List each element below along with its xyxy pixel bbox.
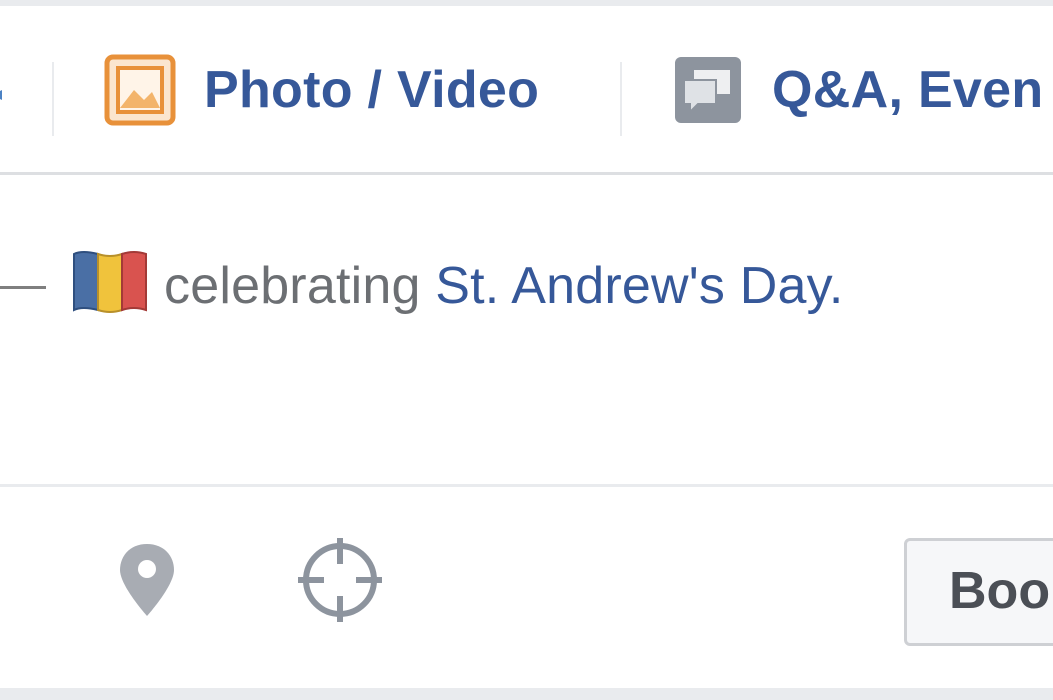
map-pin-icon[interactable] [114,540,180,620]
bottom-border [0,688,1053,700]
activity-dash [0,286,46,289]
status-text-area[interactable] [0,175,1053,485]
speech-bubbles-icon [675,57,741,123]
tab-photo-video-label: Photo / Video [204,61,540,119]
romania-flag-icon [73,251,147,313]
boost-button[interactable]: Boo [904,538,1053,646]
post-composer: Photo / Video Q&A, Even celebrating St. … [0,0,1053,700]
photo-video-icon [104,54,176,126]
activity-status: celebrating St. Andrew's Day. [164,248,844,324]
composer-tab-bar: Photo / Video Q&A, Even [0,6,1053,172]
tab-qa-events[interactable]: Q&A, Even [672,50,1043,130]
tab-separator [620,62,622,136]
tab-separator [52,62,54,136]
event-link[interactable]: St. Andrew's Day. [435,257,843,315]
clipped-tab-icon [0,90,2,100]
tab-photo-video[interactable]: Photo / Video [104,50,539,130]
crosshair-icon[interactable] [294,534,386,626]
tab-qa-events-label: Q&A, Even [772,61,1044,119]
boost-button-label: Boo [949,562,1051,620]
activity-verb: celebrating [164,257,421,315]
